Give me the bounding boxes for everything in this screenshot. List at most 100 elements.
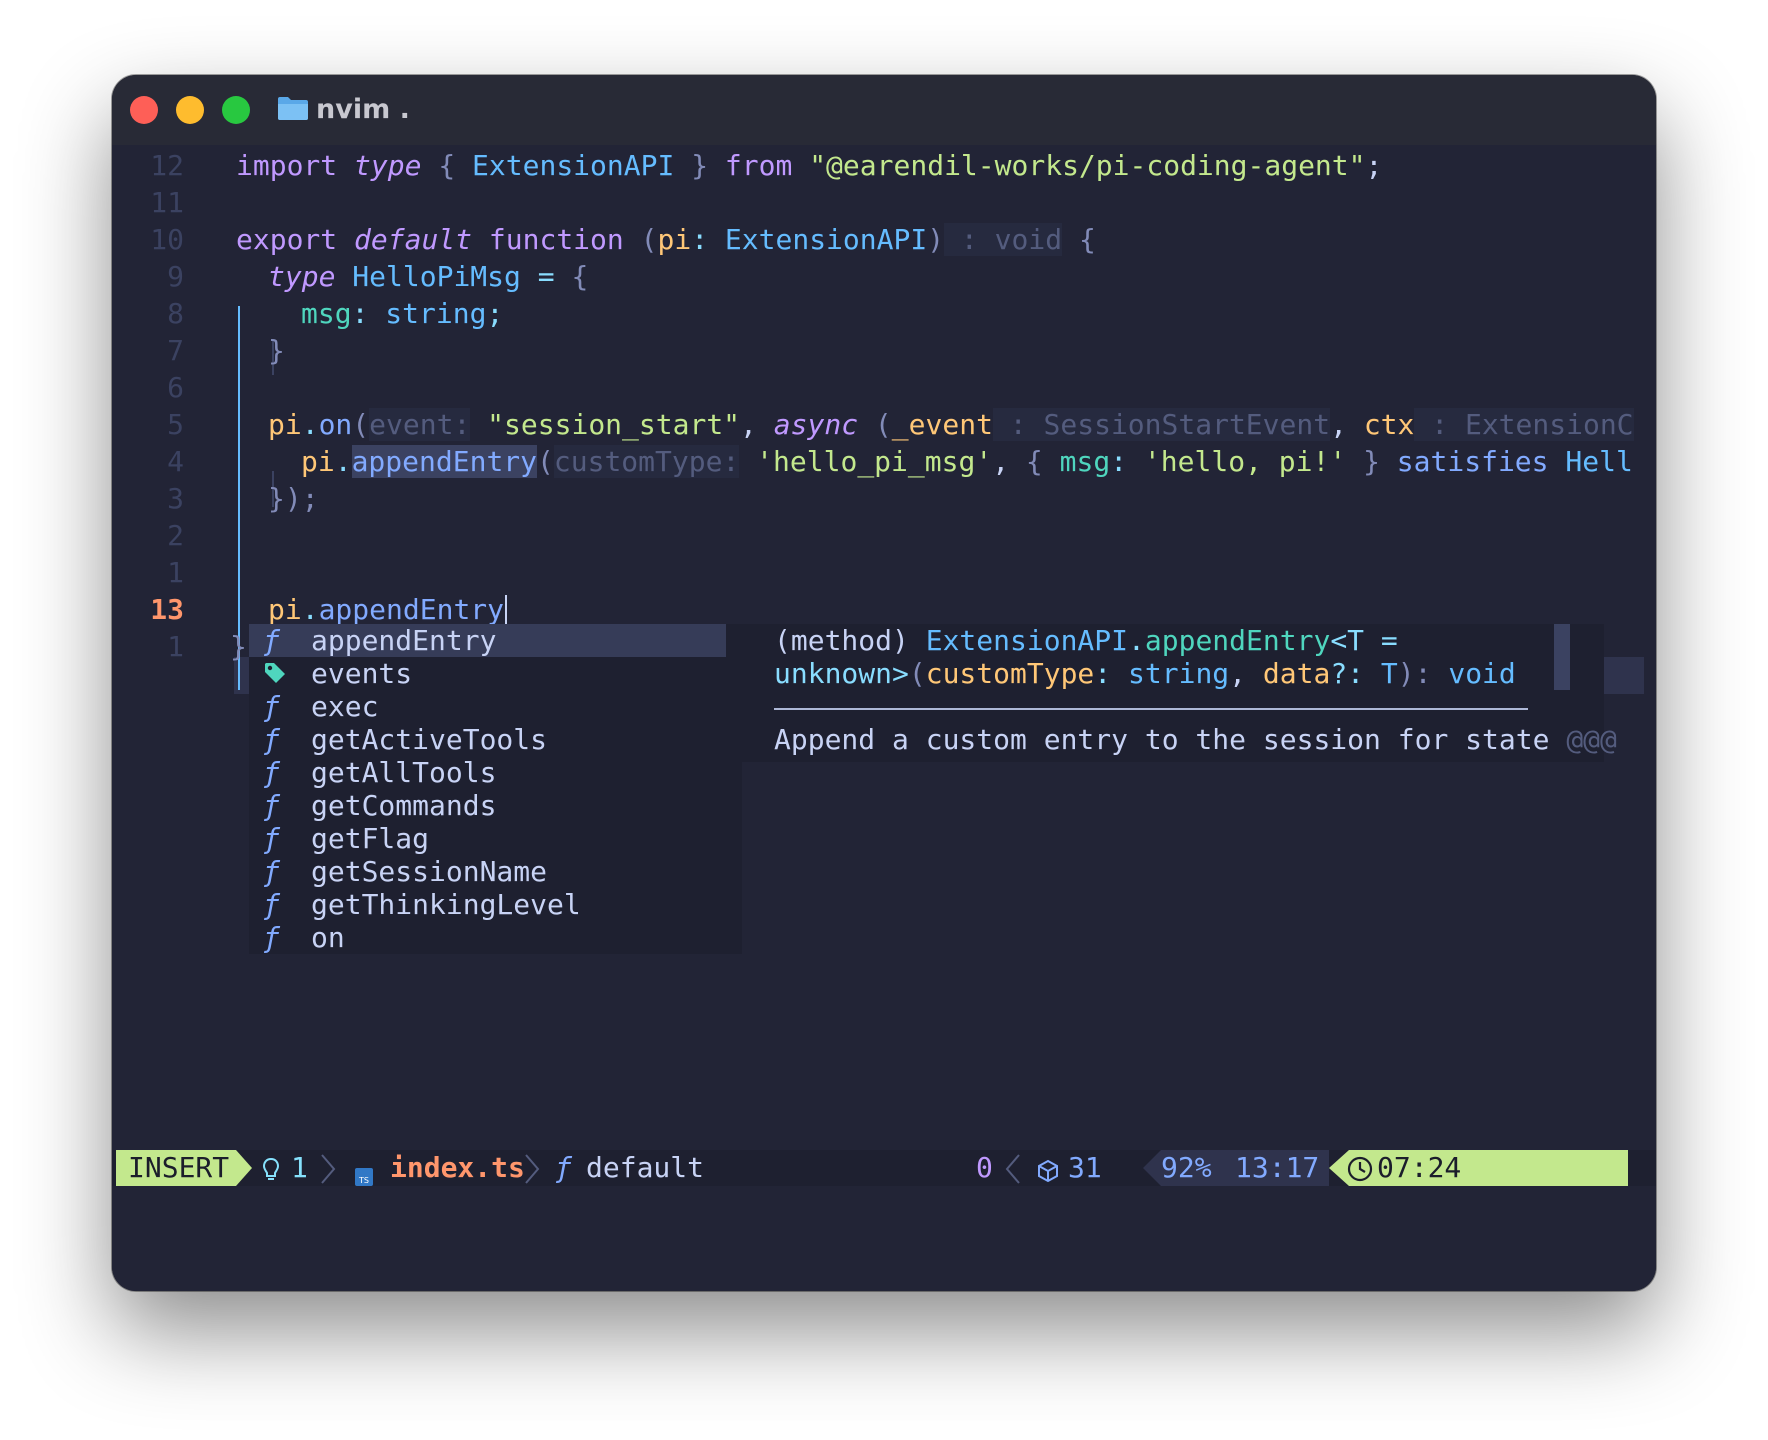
cursor-position: 13:17: [1235, 1151, 1320, 1184]
generic-params: unknown>: [774, 657, 909, 690]
punctuation: (: [537, 445, 554, 478]
diagnostics-count: 1: [291, 1151, 308, 1184]
gutter-row: 11: [112, 184, 1644, 221]
line-number: 1: [167, 556, 184, 589]
code-line: });: [112, 480, 1644, 517]
window-title: nvim .: [316, 94, 410, 125]
completion-scrollbar[interactable]: [726, 624, 742, 954]
keyword: export: [236, 223, 338, 256]
completion-item[interactable]: ƒ getSessionName: [249, 855, 726, 888]
mode-indicator: INSERT: [116, 1150, 236, 1186]
completion-item[interactable]: ƒ exec: [249, 690, 726, 723]
code-line: msg: string;: [112, 295, 1644, 332]
type-name: void: [1448, 657, 1516, 690]
punctuation: {: [1025, 445, 1043, 478]
punctuation: ,: [992, 445, 1010, 478]
status-count: 0: [976, 1151, 993, 1184]
punctuation: {: [571, 260, 589, 293]
lightbulb-icon: [262, 1156, 280, 1192]
description-text: Append a custom entry to the session for…: [774, 723, 1550, 756]
signature-line: unknown>(customType: string, data?: T): …: [774, 657, 1516, 690]
line-number: 6: [167, 371, 184, 404]
punctuation: ;: [1365, 149, 1383, 182]
punctuation: {: [1078, 223, 1096, 256]
documentation-popup: (method) ExtensionAPI.appendEntry<T = un…: [742, 624, 1617, 762]
type-name: ExtensionAPI: [925, 624, 1129, 657]
completion-menu[interactable]: ƒ appendEntry events ƒ exec ƒ getActiveTool…: [249, 624, 742, 954]
gutter-row: 6: [112, 369, 1644, 406]
generic-params: <T =: [1330, 624, 1398, 657]
tag-icon: [263, 657, 293, 692]
minimize-window-button[interactable]: [176, 96, 204, 124]
punctuation: :: [1110, 445, 1128, 478]
punctuation: :: [691, 223, 709, 256]
filename[interactable]: index.ts: [390, 1150, 525, 1186]
signature-kind: (method): [774, 624, 909, 657]
completion-item[interactable]: ƒ getActiveTools: [249, 723, 726, 756]
type-name: Hell: [1565, 445, 1633, 478]
doc-description: Append a custom entry to the session for…: [774, 723, 1617, 756]
type-name: string: [385, 297, 487, 330]
code-line: import type { ExtensionAPI } from "@eare…: [112, 147, 1644, 184]
variable: pi: [268, 408, 302, 441]
punctuation: }: [691, 149, 709, 182]
punctuation: }: [1363, 445, 1380, 478]
svg-text:TS: TS: [358, 1176, 369, 1185]
punctuation: .: [334, 445, 352, 478]
code-line: pi.appendEntry(customType: 'hello_pi_msg…: [112, 443, 1644, 480]
breadcrumb-symbol[interactable]: default: [586, 1150, 704, 1186]
completion-item[interactable]: ƒ getCommands: [249, 789, 726, 822]
completion-item[interactable]: events: [249, 657, 726, 690]
text-cursor: [505, 595, 508, 627]
chevron-left-icon: [1005, 1154, 1021, 1193]
string: 'hello_pi_msg': [756, 445, 993, 478]
zoom-window-button[interactable]: [222, 96, 250, 124]
completion-label: getAllTools: [311, 756, 497, 789]
status-bar: INSERT 1 TS index.ts ƒ default 0 31 92% …: [112, 1150, 1656, 1186]
typescript-file-icon: TS: [355, 1159, 373, 1195]
completion-label: getSessionName: [311, 855, 548, 888]
type-name: ExtensionAPI: [472, 149, 675, 182]
completion-item[interactable]: ƒ appendEntry: [249, 624, 726, 657]
keyword: default: [354, 223, 473, 256]
inlay-hint: : SessionStartEvent: [992, 408, 1331, 441]
property: msg: [301, 297, 352, 330]
completion-item[interactable]: ƒ getAllTools: [249, 756, 726, 789]
punctuation: });: [268, 482, 319, 515]
function-call: appendEntry: [351, 445, 538, 478]
completion-item[interactable]: ƒ on: [249, 921, 726, 954]
editor-area[interactable]: 12 11 10 9 8 7 6 5 4 3 2 1 13 1 import t…: [112, 145, 1656, 1291]
code-line: pi.on(event: "session_start", async (_ev…: [112, 406, 1644, 443]
variable: pi: [301, 445, 335, 478]
time-segment: 07:24: [1347, 1150, 1628, 1186]
code-line: }: [112, 332, 1644, 369]
function-icon: ƒ: [263, 789, 280, 822]
function-icon: ƒ: [263, 624, 280, 657]
completion-label: getCommands: [311, 789, 497, 822]
punctuation: ): [927, 223, 945, 256]
position-separator: [1143, 1150, 1161, 1186]
current-code-line[interactable]: pi.appendEntry: [112, 591, 1644, 628]
punctuation: :: [351, 297, 369, 330]
code-line: export default function (pi: ExtensionAP…: [112, 221, 1644, 258]
function-icon: ƒ: [263, 822, 280, 855]
documentation-scrollbar[interactable]: [1554, 624, 1570, 690]
string: "session_start": [487, 408, 741, 441]
close-window-button[interactable]: [130, 96, 158, 124]
line-number: 2: [167, 519, 184, 552]
signature-line: (method) ExtensionAPI.appendEntry<T =: [774, 624, 1398, 657]
completion-item[interactable]: ƒ getFlag: [249, 822, 726, 855]
parameter: _event: [891, 408, 993, 441]
punctuation: (: [640, 223, 658, 256]
punctuation: }: [268, 334, 285, 367]
completion-item[interactable]: ƒ getThinkingLevel: [249, 888, 726, 921]
completion-label: exec: [311, 690, 379, 723]
function-icon: ƒ: [263, 921, 280, 954]
method-name: appendEntry: [1144, 624, 1331, 657]
function-icon: ƒ: [263, 690, 280, 723]
operator: =: [537, 260, 555, 293]
type-name: T: [1380, 657, 1398, 690]
function-icon: ƒ: [263, 855, 280, 888]
property: msg: [1059, 445, 1111, 478]
line-number: 11: [150, 186, 184, 219]
